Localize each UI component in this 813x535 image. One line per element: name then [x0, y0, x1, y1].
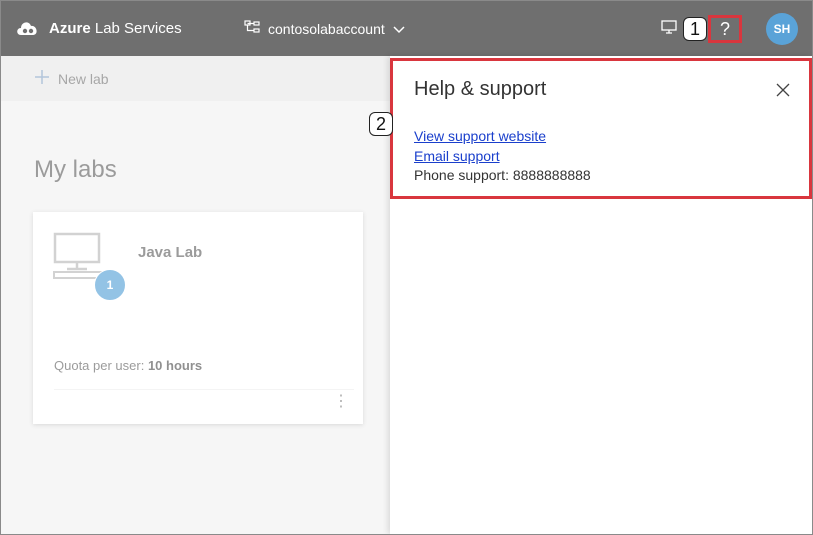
top-bar: Azure Lab Services contosolabaccount 1 ?…: [1, 1, 812, 56]
lab-account-icon: [244, 20, 260, 37]
help-button[interactable]: ?: [708, 15, 742, 43]
phone-support-text: Phone support: 8888888888: [414, 167, 591, 183]
chevron-down-icon: [393, 21, 405, 37]
brand[interactable]: Azure Lab Services: [15, 17, 182, 39]
callout-1: 1: [683, 17, 707, 41]
panel-title: Help & support: [414, 78, 547, 100]
account-selector[interactable]: contosolabaccount: [244, 20, 405, 37]
callout-2: 2: [369, 112, 393, 136]
close-icon[interactable]: [776, 83, 790, 102]
help-support-panel: Help & support View support website Emai…: [390, 56, 812, 534]
account-name: contosolabaccount: [268, 20, 385, 37]
monitor-icon[interactable]: [661, 20, 677, 39]
brand-name: Azure Lab Services: [49, 19, 182, 37]
avatar[interactable]: SH: [766, 13, 798, 45]
email-support-link[interactable]: Email support: [414, 148, 500, 164]
azure-lab-services-logo-icon: [15, 17, 41, 39]
view-support-website-link[interactable]: View support website: [414, 128, 546, 144]
app-window: Azure Lab Services contosolabaccount 1 ?…: [0, 0, 813, 535]
help-icon: ?: [719, 19, 730, 39]
